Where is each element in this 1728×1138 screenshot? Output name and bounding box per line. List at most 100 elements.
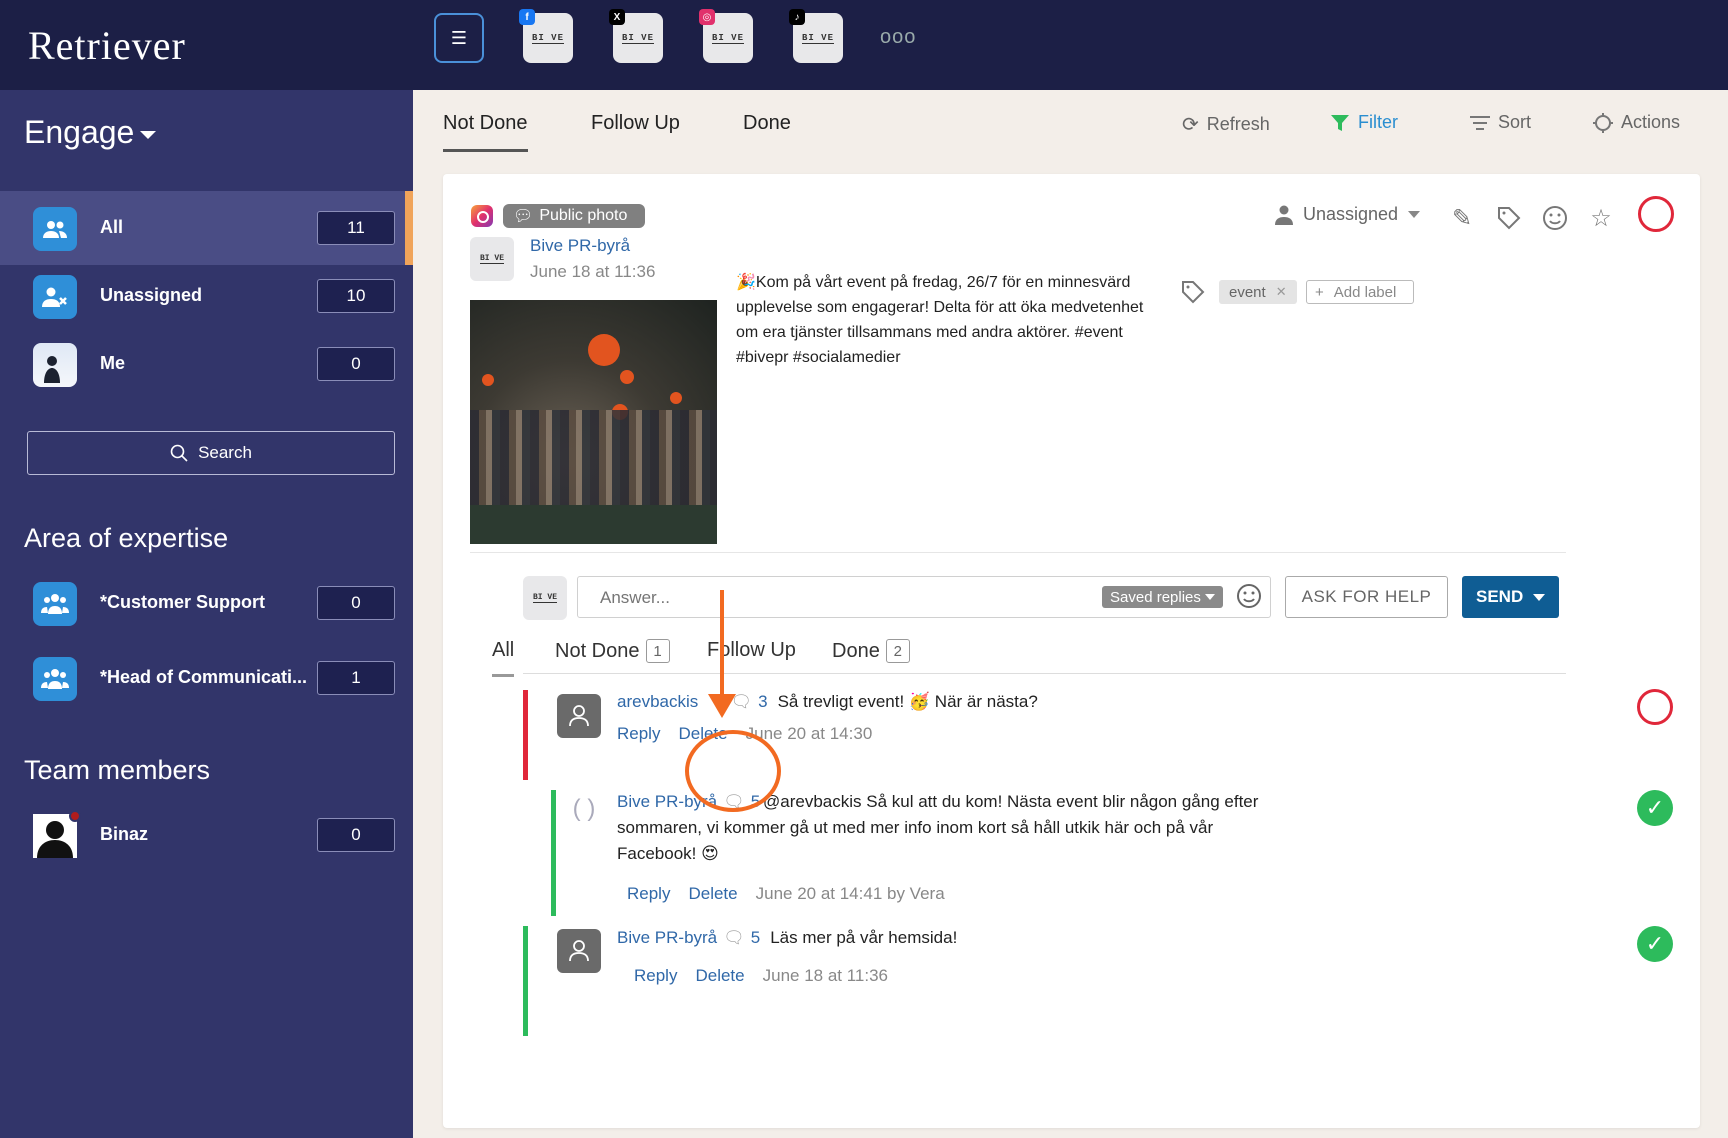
user-avatar — [33, 343, 77, 387]
users-icon — [33, 207, 77, 251]
reply-button[interactable]: Reply — [634, 966, 677, 986]
star-icon[interactable]: ☆ — [1587, 204, 1615, 232]
annotation-arrow-head — [708, 694, 736, 718]
sidebar-item-customer-support[interactable]: *Customer Support 0 — [0, 566, 413, 640]
answer-input[interactable] — [600, 588, 1050, 608]
count-badge: 0 — [317, 818, 395, 852]
emoji-picker-icon[interactable] — [1236, 583, 1262, 616]
post-card: 💬︎ Public photo BI VE Bive PR-byrå June … — [443, 174, 1700, 1128]
account-tiktok-button[interactable]: ♪ BI VE — [789, 9, 843, 63]
filter-button[interactable]: Filter — [1330, 112, 1398, 133]
ask-for-help-button[interactable]: ASK FOR HELP — [1285, 576, 1448, 618]
tab-done[interactable]: Done — [743, 112, 791, 135]
account-label: BI VE — [531, 32, 564, 44]
sidebar-item-me[interactable]: Me 0 — [0, 327, 413, 401]
comment-author[interactable]: Bive PR-byrå — [617, 928, 717, 948]
account-facebook-button[interactable]: f BI VE — [519, 9, 573, 63]
saved-replies-dropdown[interactable]: Saved replies — [1102, 586, 1223, 608]
post-author[interactable]: Bive PR-byrå — [530, 236, 630, 256]
group-icon — [33, 657, 77, 701]
caret-down-icon[interactable] — [1533, 593, 1545, 601]
caret-down-icon — [1408, 211, 1421, 218]
account-label: BI VE — [621, 32, 654, 44]
reply-button[interactable]: Reply — [617, 724, 660, 744]
comment-actions: Reply Delete June 18 at 11:36 — [634, 966, 888, 986]
comment-author[interactable]: arevbackis — [617, 692, 698, 712]
actions-button[interactable]: Actions — [1593, 112, 1680, 133]
tiktok-icon: ♪ — [789, 9, 805, 25]
mark-done-button[interactable] — [1637, 689, 1673, 725]
sidebar-item-label: *Customer Support — [100, 592, 266, 612]
assignee-dropdown[interactable]: Unassigned — [1275, 204, 1421, 225]
sidebar-item-label: Binaz — [100, 824, 149, 844]
count-badge: 0 — [317, 347, 395, 381]
team-member-avatar — [33, 810, 81, 858]
sidebar-item-head-of-communication[interactable]: *Head of Communicati... 1 — [0, 641, 413, 715]
sidebar-item-unassigned[interactable]: Unassigned 10 — [0, 259, 413, 333]
filter-label: Filter — [1358, 112, 1398, 132]
tab-not-done[interactable]: Not Done — [443, 112, 528, 152]
actions-icon — [1593, 112, 1613, 133]
edit-icon[interactable]: ✎ — [1448, 204, 1476, 232]
post-date: June 18 at 11:36 — [530, 262, 656, 281]
refresh-button[interactable]: ⟳ Refresh — [1182, 112, 1270, 137]
send-button[interactable]: SEND — [1462, 576, 1559, 618]
search-button[interactable]: Search — [27, 431, 395, 475]
delete-button[interactable]: Delete — [695, 966, 744, 986]
comment-date: June 20 at 14:41 by Vera — [755, 884, 945, 903]
label-tag-text: event — [1229, 283, 1266, 301]
engage-menu[interactable]: Engage — [24, 114, 157, 151]
refresh-icon: ⟳ — [1182, 114, 1199, 136]
floor — [470, 505, 717, 544]
divider — [523, 673, 1566, 674]
avatar-label: BI VE — [479, 254, 504, 264]
comment-tab-all[interactable]: All — [492, 639, 515, 677]
instagram-icon — [471, 205, 493, 227]
user-icon — [1275, 205, 1293, 225]
emoji-icon[interactable] — [1541, 204, 1569, 232]
count-badge: 1 — [317, 661, 395, 695]
tag-icon[interactable] — [1495, 204, 1523, 232]
more-accounts-button[interactable]: ooo — [880, 26, 916, 49]
account-instagram-button[interactable]: ◎ BI VE — [699, 9, 753, 63]
comment-tab-done[interactable]: Done 2 — [832, 639, 910, 663]
status-dot — [69, 810, 81, 822]
list-icon: ☰ — [450, 27, 468, 48]
comment-tab-not-done[interactable]: Not Done 1 — [555, 639, 670, 663]
comment-tab-label: Done — [832, 639, 880, 662]
facebook-icon: f — [519, 9, 535, 25]
comment-header: Bive PR-byrå 🗨︎ 5 Läs mer på vår hemsida… — [617, 928, 957, 948]
list-view-button[interactable]: ☰ — [434, 13, 484, 63]
comment-actions: Reply Delete June 20 at 14:41 by Vera — [627, 884, 945, 904]
annotation-circle — [685, 730, 781, 812]
add-label-text: Add label — [1333, 283, 1397, 301]
mark-done-button[interactable] — [1638, 196, 1674, 232]
delete-button[interactable]: Delete — [688, 884, 737, 904]
user-x-icon — [33, 275, 77, 319]
label-tag: event ✕ — [1219, 280, 1297, 304]
balloon — [482, 374, 494, 386]
refresh-label: Refresh — [1206, 114, 1270, 134]
area-of-expertise-heading: Area of expertise — [24, 523, 229, 553]
annotation-arrow — [720, 590, 724, 700]
avatar-label: BI VE — [532, 593, 557, 603]
account-x-button[interactable]: X BI VE — [609, 9, 663, 63]
filter-icon — [1331, 114, 1349, 131]
top-bar: Retriever ☰ f BI VE X BI VE ◎ BI VE ♪ BI… — [0, 0, 1728, 90]
sidebar-item-binaz[interactable]: Binaz 0 — [0, 798, 413, 872]
done-check-icon[interactable]: ✓ — [1637, 926, 1673, 962]
divider — [470, 552, 1566, 553]
sidebar-item-all[interactable]: All 11 — [0, 191, 413, 265]
add-label-button[interactable]: + Add label — [1306, 280, 1414, 304]
comment-text: Läs mer på vår hemsida! — [770, 928, 958, 947]
sidebar: Engage All 11 Unassigned 10 Me 0 Search … — [0, 90, 413, 1138]
caret-down-icon — [1204, 594, 1215, 600]
balloon — [670, 392, 682, 404]
tab-follow-up[interactable]: Follow Up — [591, 112, 680, 135]
balloon — [620, 370, 634, 384]
remove-label-icon[interactable]: ✕ — [1276, 284, 1287, 300]
account-label: BI VE — [711, 32, 744, 44]
done-check-icon[interactable]: ✓ — [1637, 790, 1673, 826]
sort-button[interactable]: Sort — [1470, 112, 1531, 133]
reply-button[interactable]: Reply — [627, 884, 670, 904]
